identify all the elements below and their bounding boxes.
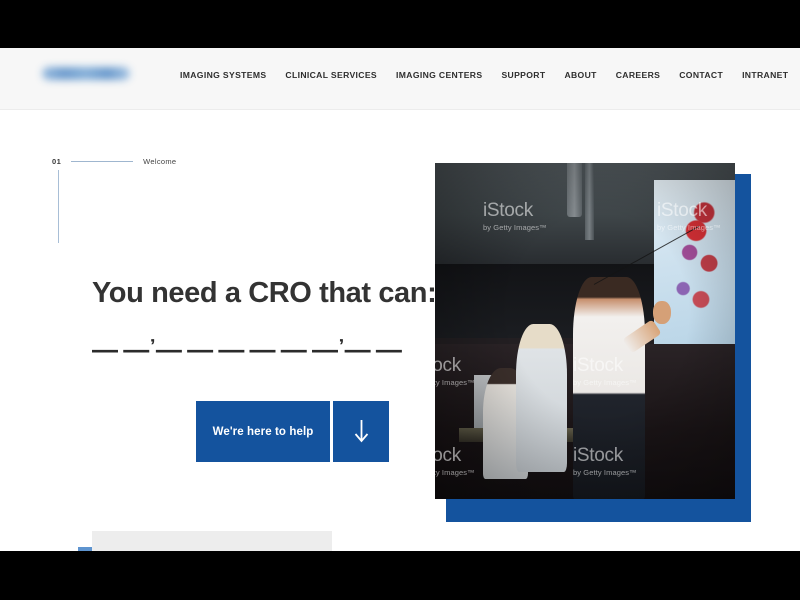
- were-here-to-help-button[interactable]: We're here to help: [196, 401, 330, 462]
- hero-animated-subline: — —᾿— — — — — —᾿— — ᾿— — — — — — — — ⌐— …: [92, 335, 402, 363]
- site-header: IMAGING SYSTEMS CLINICAL SERVICES IMAGIN…: [0, 48, 800, 110]
- viewport-letterbox: IMAGING SYSTEMS CLINICAL SERVICES IMAGIN…: [0, 0, 800, 600]
- section-vertical-line: [58, 170, 59, 243]
- lower-content-panel: [92, 531, 332, 551]
- hero-photo: iStock by Getty Images™ iStock by Getty …: [435, 163, 735, 499]
- site-logo[interactable]: [42, 67, 130, 80]
- section-label: Welcome: [143, 157, 177, 166]
- nav-item-support[interactable]: SUPPORT: [501, 70, 545, 80]
- lower-accent-bar: [78, 547, 92, 551]
- scroll-down-button[interactable]: [333, 401, 389, 462]
- nav-item-clinical-services[interactable]: CLINICAL SERVICES: [285, 70, 377, 80]
- section-number: 01: [52, 157, 62, 166]
- section-marker: 01 Welcome: [52, 157, 176, 166]
- nav-item-intranet[interactable]: INTRANET: [742, 70, 788, 80]
- arrow-down-icon: [354, 420, 368, 443]
- section-rule-line: [71, 161, 134, 162]
- nav-item-imaging-systems[interactable]: IMAGING SYSTEMS: [180, 70, 266, 80]
- nav-item-careers[interactable]: CAREERS: [616, 70, 660, 80]
- hero-cta-group: We're here to help: [196, 401, 389, 462]
- page-title: You need a CRO that can:: [92, 277, 437, 309]
- browser-page: IMAGING SYSTEMS CLINICAL SERVICES IMAGIN…: [0, 48, 800, 551]
- nav-item-imaging-centers[interactable]: IMAGING CENTERS: [396, 70, 482, 80]
- hero-section: 01 Welcome You need a CRO that can: — —᾿…: [0, 110, 800, 551]
- cta-primary-label: We're here to help: [212, 425, 314, 438]
- hero-media: iStock by Getty Images™ iStock by Getty …: [435, 163, 751, 522]
- nav-item-contact[interactable]: CONTACT: [679, 70, 723, 80]
- photo-vignette: [435, 163, 735, 499]
- nav-item-about[interactable]: ABOUT: [564, 70, 596, 80]
- main-nav: IMAGING SYSTEMS CLINICAL SERVICES IMAGIN…: [180, 70, 788, 80]
